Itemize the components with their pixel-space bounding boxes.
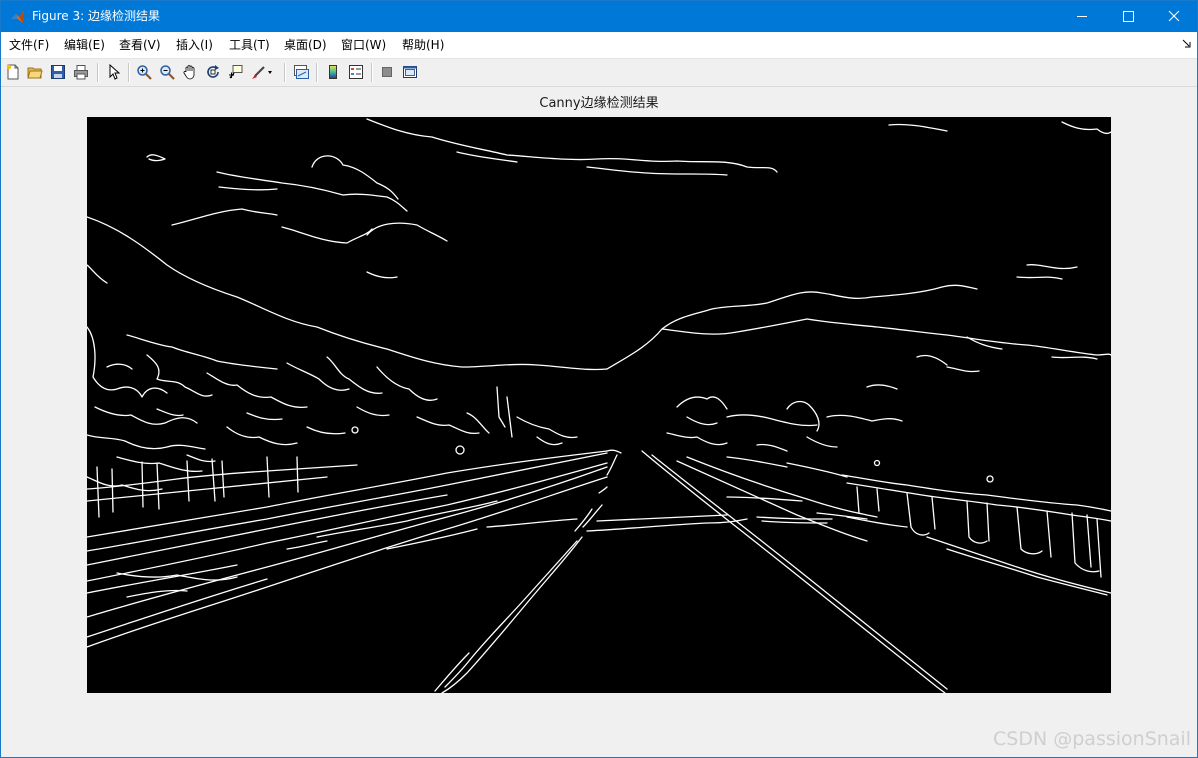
- new-figure-button[interactable]: [3, 62, 23, 82]
- dock-arrow-icon[interactable]: [1182, 39, 1191, 49]
- insert-legend-button[interactable]: [346, 62, 366, 82]
- link-plot-icon: [294, 65, 309, 79]
- open-file-button[interactable]: [25, 62, 45, 82]
- close-button[interactable]: [1151, 1, 1197, 32]
- menu-bar: 文件(F) 编辑(E) 查看(V) 插入(I) 工具(T) 桌面(D) 窗口(W…: [1, 32, 1197, 59]
- zoom-in-button[interactable]: [134, 62, 154, 82]
- print-icon: [74, 65, 88, 80]
- print-button[interactable]: [71, 62, 91, 82]
- menu-help[interactable]: 帮助(H): [402, 38, 444, 52]
- minimize-icon: [1077, 16, 1087, 17]
- save-button[interactable]: [48, 62, 68, 82]
- brush-icon: [252, 66, 272, 79]
- show-plot-tools-icon: [403, 66, 417, 78]
- menu-file[interactable]: 文件(F): [9, 38, 49, 52]
- pan-button[interactable]: [180, 62, 200, 82]
- plot-title: Canny边缘检测结果: [539, 96, 659, 111]
- pan-hand-icon: [183, 65, 195, 80]
- title-bar[interactable]: Figure 3: 边缘检测结果: [1, 1, 1197, 32]
- figure-toolbar: [1, 59, 1197, 87]
- maximize-icon: [1123, 11, 1134, 22]
- menu-tools[interactable]: 工具(T): [229, 38, 270, 52]
- zoom-out-icon: [160, 65, 175, 80]
- edge-image-axes[interactable]: [87, 117, 1111, 693]
- watermark: CSDN @passionSnail: [993, 728, 1191, 750]
- maximize-button[interactable]: [1105, 1, 1151, 32]
- rotate-3d-icon: [207, 65, 219, 78]
- close-icon: [1168, 10, 1180, 22]
- data-cursor-button[interactable]: [226, 62, 246, 82]
- new-figure-icon: [6, 64, 19, 80]
- rotate-3d-button[interactable]: [203, 62, 223, 82]
- menu-window[interactable]: 窗口(W): [341, 38, 386, 52]
- figure-window: Figure 3: 边缘检测结果 文件(F) 编辑(E) 查看(V) 插入(I)…: [0, 0, 1198, 758]
- data-cursor-icon: [229, 65, 243, 79]
- insert-colorbar-button[interactable]: [323, 62, 343, 82]
- legend-icon: [349, 65, 363, 79]
- pointer-arrow-icon: [109, 64, 121, 80]
- show-plot-tools-button[interactable]: [400, 62, 420, 82]
- toolbar-separator: [371, 63, 373, 82]
- save-icon: [51, 65, 65, 79]
- menu-insert[interactable]: 插入(I): [176, 38, 213, 52]
- menu-desktop[interactable]: 桌面(D): [284, 38, 327, 52]
- zoom-out-button[interactable]: [157, 62, 177, 82]
- matlab-logo-icon: [11, 10, 24, 23]
- hide-plot-tools-icon: [382, 67, 392, 77]
- toolbar-separator: [284, 63, 286, 82]
- toolbar-separator: [316, 63, 318, 82]
- colorbar-icon: [329, 65, 337, 79]
- open-folder-icon: [27, 67, 43, 79]
- toolbar-separator: [128, 63, 130, 82]
- menu-view[interactable]: 查看(V): [119, 38, 161, 52]
- zoom-in-icon: [137, 65, 152, 80]
- brush-button[interactable]: [249, 62, 273, 82]
- window-title: Figure 3: 边缘检测结果: [32, 9, 160, 23]
- select-pointer-button[interactable]: [104, 62, 124, 82]
- canny-edge-image: [87, 118, 1111, 693]
- link-plot-button[interactable]: [291, 62, 311, 82]
- hide-plot-tools-button[interactable]: [377, 62, 397, 82]
- toolbar-separator: [97, 63, 99, 82]
- menu-edit[interactable]: 编辑(E): [64, 38, 105, 52]
- minimize-button[interactable]: [1059, 1, 1105, 32]
